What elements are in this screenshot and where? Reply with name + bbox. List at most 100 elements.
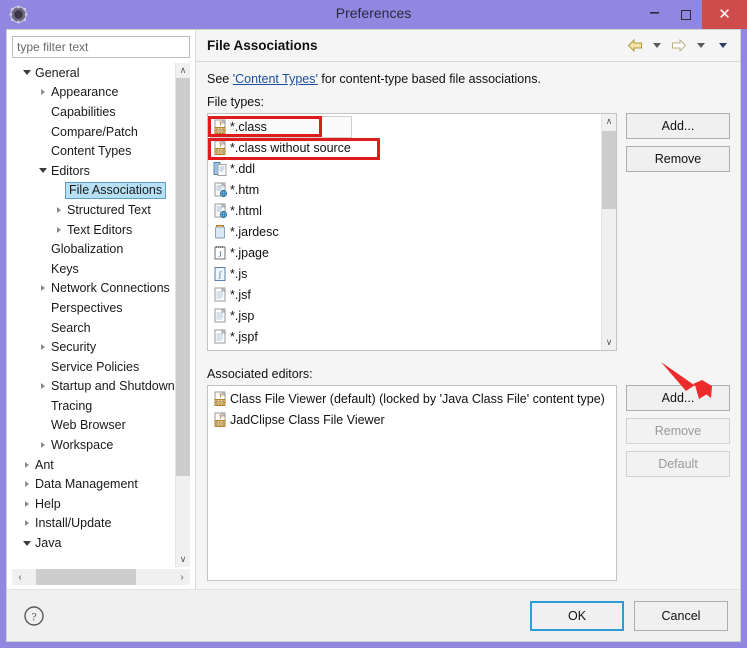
scroll-thumb[interactable] xyxy=(602,131,616,210)
sidebar-item-capabilities[interactable]: Capabilities xyxy=(12,102,175,122)
file-type-list-item[interactable]: *.jardesc xyxy=(208,221,601,242)
sidebar-item-label: Appearance xyxy=(51,85,119,100)
search-input[interactable] xyxy=(12,36,190,58)
sidebar-item-workspace[interactable]: Workspace xyxy=(12,435,175,455)
triangle-right-icon[interactable] xyxy=(36,442,50,449)
associated-editors-list[interactable]: 010 Class File Viewer (default) (locked b… xyxy=(208,386,616,580)
sidebar-item-security[interactable]: Security xyxy=(12,337,175,357)
triangle-down-icon[interactable] xyxy=(20,540,34,546)
file-type-list-item[interactable]: 010 *.class without source xyxy=(208,137,601,158)
sidebar-horizontal-scrollbar[interactable]: ‹ › xyxy=(12,569,190,585)
sidebar-item-text-editors[interactable]: Text Editors xyxy=(12,220,175,240)
scroll-up-button[interactable]: ∧ xyxy=(602,114,616,129)
scroll-right-button[interactable]: › xyxy=(174,569,190,585)
svg-text:010: 010 xyxy=(216,400,225,406)
scroll-left-button[interactable]: ‹ xyxy=(12,569,28,585)
triangle-right-icon[interactable] xyxy=(36,285,50,292)
triangle-right-icon[interactable] xyxy=(36,89,50,96)
scroll-down-button[interactable]: ∨ xyxy=(176,552,190,567)
triangle-down-icon[interactable] xyxy=(36,168,50,174)
sidebar-item-install-update[interactable]: Install/Update xyxy=(12,514,175,534)
sidebar-item-keys[interactable]: Keys xyxy=(12,259,175,279)
cancel-button[interactable]: Cancel xyxy=(634,600,728,631)
svg-text:010: 010 xyxy=(216,149,225,155)
associated-editor-label: JadClipse Class File Viewer xyxy=(230,412,385,427)
back-menu-chevron-down-icon[interactable] xyxy=(648,37,666,55)
sidebar-item-general[interactable]: General xyxy=(12,63,175,83)
triangle-right-icon[interactable] xyxy=(20,520,34,527)
svg-text:010: 010 xyxy=(216,128,225,134)
svg-text:010: 010 xyxy=(216,421,225,427)
sidebar-item-editors[interactable]: Editors xyxy=(12,161,175,181)
sidebar-item-structured-text[interactable]: Structured Text xyxy=(12,200,175,220)
file-type-list-item[interactable]: ʃ *.js xyxy=(208,263,601,284)
file-type-list-item[interactable]: *.jsf xyxy=(208,284,601,305)
ddl-file-icon xyxy=(213,161,230,177)
file-type-label: *.js xyxy=(230,266,248,281)
file-type-list-item[interactable]: *.ddl xyxy=(208,158,601,179)
sidebar-item-content-types[interactable]: Content Types xyxy=(12,141,175,161)
triangle-right-icon[interactable] xyxy=(20,461,34,468)
triangle-right-icon[interactable] xyxy=(20,500,34,507)
scroll-track[interactable] xyxy=(602,129,616,335)
scroll-thumb[interactable] xyxy=(176,78,190,477)
forward-arrow-icon[interactable] xyxy=(670,37,688,55)
triangle-right-icon[interactable] xyxy=(52,226,66,233)
ok-button[interactable]: OK xyxy=(530,600,624,631)
add-button[interactable]: Add... xyxy=(626,113,730,139)
scroll-track[interactable] xyxy=(176,78,190,552)
file-types-listbox[interactable]: 010 *.class 010 *.class without source *.ddl… xyxy=(207,113,617,351)
triangle-right-icon[interactable] xyxy=(36,344,50,351)
triangle-down-icon[interactable] xyxy=(20,70,34,76)
preference-tree-wrapper: General Appearance Capabilities Compare/Pat… xyxy=(12,63,190,567)
sidebar-item-appearance[interactable]: Appearance xyxy=(12,83,175,103)
file-type-list-item[interactable]: *.html xyxy=(208,200,601,221)
sidebar-item-java[interactable]: Java xyxy=(12,533,175,553)
associated-editors-listbox[interactable]: 010 Class File Viewer (default) (locked b… xyxy=(207,385,617,581)
file-types-list[interactable]: 010 *.class 010 *.class without source *.ddl… xyxy=(208,114,601,350)
triangle-right-icon[interactable] xyxy=(20,481,34,488)
sidebar-item-service-policies[interactable]: Service Policies xyxy=(12,357,175,377)
close-button[interactable]: ✕ xyxy=(702,0,747,29)
sidebar-item-network-connections[interactable]: Network Connections xyxy=(12,279,175,299)
remove-button[interactable]: Remove xyxy=(626,146,730,172)
triangle-right-icon[interactable] xyxy=(52,206,66,213)
hscroll-thumb[interactable] xyxy=(36,569,136,585)
page-menu-chevron-down-icon[interactable] xyxy=(714,37,732,55)
sidebar-item-globalization[interactable]: Globalization xyxy=(12,239,175,259)
sidebar-item-label: File Associations xyxy=(65,181,167,199)
add-button[interactable]: Add... xyxy=(626,385,730,411)
sidebar-item-compare-patch[interactable]: Compare/Patch xyxy=(12,122,175,142)
hscroll-track[interactable] xyxy=(28,569,174,585)
triangle-right-icon[interactable] xyxy=(36,383,50,390)
sidebar-item-startup-and-shutdown[interactable]: Startup and Shutdown xyxy=(12,377,175,397)
associated-editor-list-item[interactable]: 010 Class File Viewer (default) (locked b… xyxy=(208,388,616,409)
maximize-button[interactable] xyxy=(670,0,702,29)
file-type-list-item[interactable]: J *.jpage xyxy=(208,242,601,263)
sidebar-item-search[interactable]: Search xyxy=(12,318,175,338)
help-question-icon[interactable]: ? xyxy=(23,605,45,627)
scroll-up-button[interactable]: ∧ xyxy=(176,63,190,78)
file-type-list-item[interactable]: 010 *.class xyxy=(208,116,601,138)
sidebar-item-ant[interactable]: Ant xyxy=(12,455,175,475)
content-types-link[interactable]: 'Content Types' xyxy=(233,72,318,86)
back-arrow-icon[interactable] xyxy=(626,37,644,55)
preference-tree[interactable]: General Appearance Capabilities Compare/Pat… xyxy=(12,63,175,567)
sidebar-item-help[interactable]: Help xyxy=(12,494,175,514)
sidebar-item-data-management[interactable]: Data Management xyxy=(12,474,175,494)
sidebar-item-perspectives[interactable]: Perspectives xyxy=(12,298,175,318)
file-type-list-item[interactable]: *.jspf xyxy=(208,326,601,347)
page-description: See 'Content Types' for content-type bas… xyxy=(207,72,730,86)
sidebar-item-file-associations[interactable]: File Associations xyxy=(12,181,175,201)
sidebar-item-web-browser[interactable]: Web Browser xyxy=(12,416,175,436)
minimize-button[interactable] xyxy=(638,0,670,29)
file-types-vertical-scrollbar[interactable]: ∧ ∨ xyxy=(601,114,616,350)
sidebar-vertical-scrollbar[interactable]: ∧ ∨ xyxy=(175,63,190,567)
associated-editor-list-item[interactable]: 010 JadClipse Class File Viewer xyxy=(208,409,616,430)
file-type-list-item[interactable]: *.jsp xyxy=(208,305,601,326)
window-controls: ✕ xyxy=(638,0,747,29)
scroll-down-button[interactable]: ∨ xyxy=(602,335,616,350)
forward-menu-chevron-down-icon[interactable] xyxy=(692,37,710,55)
sidebar-item-tracing[interactable]: Tracing xyxy=(12,396,175,416)
file-type-list-item[interactable]: *.htm xyxy=(208,179,601,200)
